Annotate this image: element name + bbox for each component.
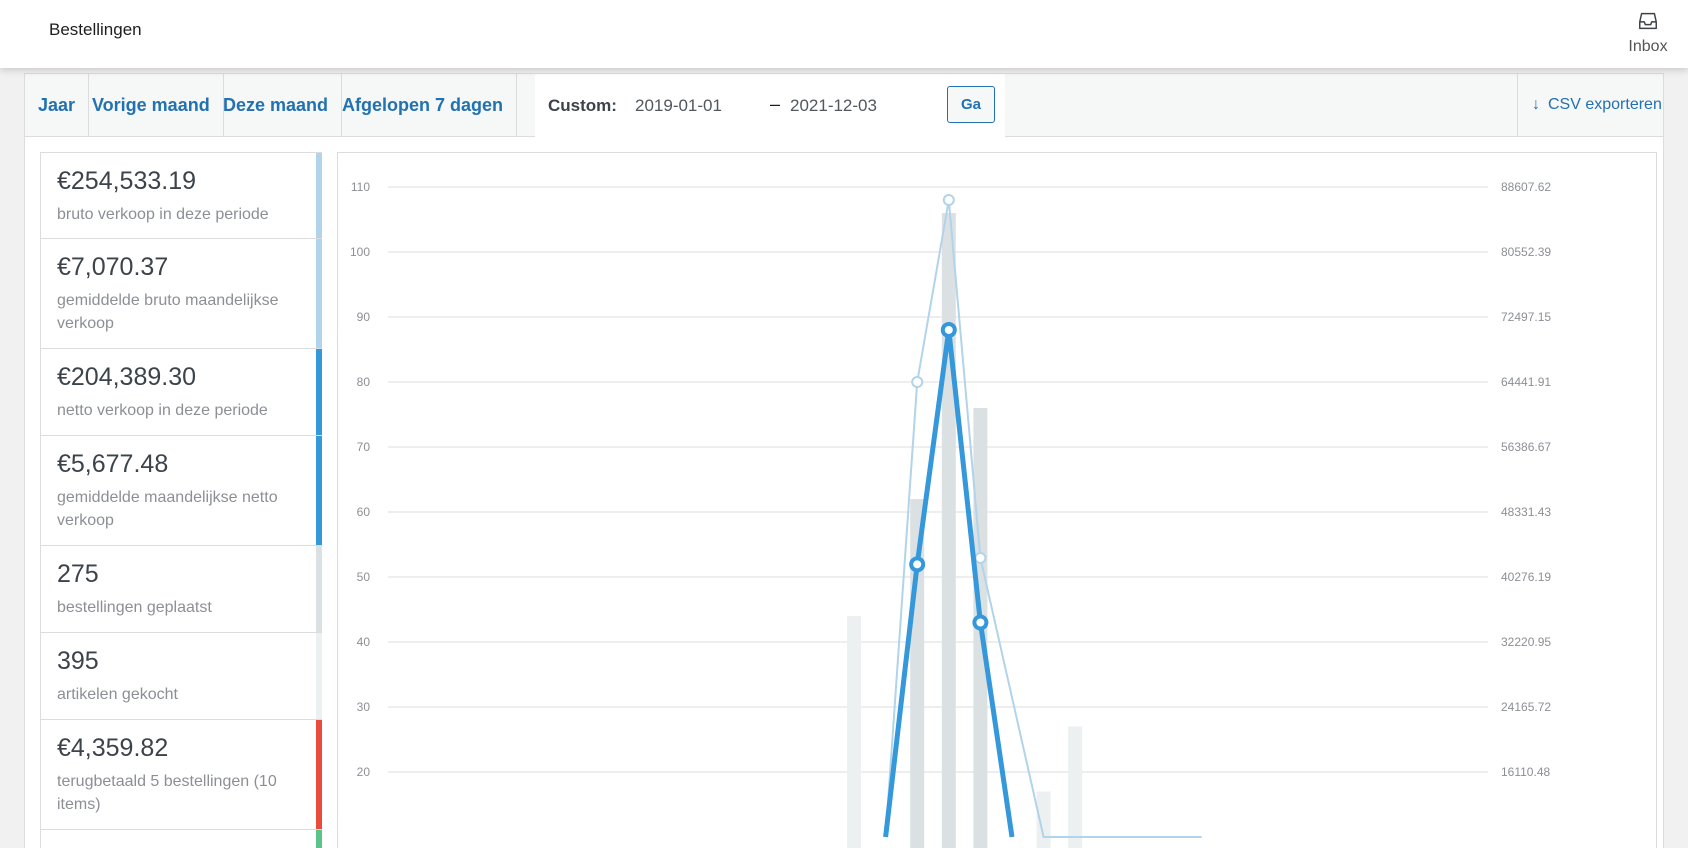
legend-gross-sales[interactable]: €254,533.19 bruto verkoop in deze period… [40,152,322,239]
inbox-button[interactable]: Inbox [1608,0,1688,68]
chart-legend: €254,533.19 bruto verkoop in deze period… [40,152,322,848]
legend-color-bar [316,720,322,829]
legend-color-bar [316,546,322,632]
y-tick-label-left: 50 [357,570,371,584]
inbox-label: Inbox [1628,38,1668,55]
y-tick-label-left: 20 [357,765,371,779]
y-tick-label-left: 100 [350,245,370,259]
y-tick-label-left: 90 [357,310,371,324]
orders-bar [1068,726,1083,848]
legend-avg-gross-sales[interactable]: €7,070.37 gemiddelde bruto maandelijkse … [40,239,322,349]
y-tick-label-left: 70 [357,440,371,454]
legend-value: 275 [57,560,99,588]
legend-label: netto verkoop in deze periode [57,402,268,419]
date-separator: – [770,94,781,114]
y-tick-label-left: 60 [357,505,371,519]
sales-chart-svg: 110 88607.62 100 80552.39 90 72497.15 80 64441.… [350,180,1551,848]
csv-export-label: CSV exporteren [1548,96,1662,113]
legend-value: €254,533.19 [57,167,197,195]
legend-value: €204,389.30 [57,363,197,391]
orders-bar [847,616,861,848]
y-tick-label-right: 48331.43 [1501,505,1551,519]
legend-label: gemiddelde maandelijkse netto verkoop [57,489,278,529]
tab-last-7-days[interactable]: Afgelopen 7 dagen [329,74,518,136]
y-tick-label-right: 88607.62 [1501,180,1551,194]
legend-label: bruto verkoop in deze periode [57,206,269,223]
gross-sales-point [942,194,955,207]
legend-color-bar [316,239,322,348]
y-tick-label-right: 64441.91 [1501,375,1551,389]
y-tick-label-left: 80 [357,375,371,389]
y-tick-label-left: 30 [357,700,371,714]
page-title: Bestellingen [49,20,142,39]
sales-chart: 110 88607.62 100 80552.39 90 72497.15 80 64441.… [337,152,1657,848]
y-tick-label-left: 40 [357,635,371,649]
inbox-icon [1639,12,1657,30]
net-sales-point [972,614,989,631]
legend-label: artikelen gekocht [57,686,178,703]
csv-export-link[interactable]: ↓ CSV exporteren [1517,74,1663,136]
y-tick-label-right: 80552.39 [1501,245,1551,259]
y-tick-label-left: 110 [351,180,370,194]
legend-refunded[interactable]: €4,359.82 terugbetaald 5 bestellingen (1… [40,720,322,830]
legend-value: €5,677.48 [57,450,169,478]
legend-value: €4,359.82 [57,734,169,762]
y-tick-label-right: 72497.15 [1501,310,1551,324]
legend-label: bestellingen geplaatst [57,599,212,616]
y-tick-label-right: 56386.67 [1501,440,1551,454]
orders-bar [941,213,956,848]
legend-label: gemiddelde bruto maandelijkse verkoop [57,292,279,332]
custom-range: Custom: 2019-01-01 – 2021-12-03 Ga [535,74,1005,138]
download-arrow-icon: ↓ [1532,96,1540,113]
y-tick-label-right: 40276.19 [1501,570,1551,584]
legend-items-purchased[interactable]: 395 artikelen gekocht [40,633,322,720]
legend-color-bar [316,153,322,238]
net-sales-point [909,556,926,573]
y-tick-label-right: 32220.95 [1501,635,1551,649]
legend-net-sales[interactable]: €204,389.30 netto verkoop in deze period… [40,349,322,436]
legend-avg-net-sales[interactable]: €5,677.48 gemiddelde maandelijkse netto … [40,436,322,546]
tab-last-month[interactable]: Vorige maand [79,74,224,136]
end-date-input[interactable]: 2021-12-03 [790,96,877,116]
custom-label: Custom: [548,96,617,115]
gross-sales-point [974,551,987,564]
legend-orders-placed[interactable]: 275 bestellingen geplaatst [40,546,322,633]
legend-color-bar [316,349,322,435]
go-button[interactable]: Ga [947,86,995,123]
start-date-input[interactable]: 2019-01-01 [635,96,722,116]
net-sales-point [940,321,957,338]
legend-value: €7,070.37 [57,253,169,281]
y-tick-label-right: 16110.48 [1501,765,1550,779]
date-range-bar: Jaar Vorige maand Deze maand Afgelopen 7… [24,73,1664,138]
legend-label: terugbetaald 5 bestellingen (10 items) [57,773,277,813]
y-tick-label-right: 24165.72 [1501,700,1551,714]
legend-next-item[interactable] [40,830,322,848]
legend-color-bar [316,830,322,848]
gross-sales-point [911,375,924,388]
legend-color-bar [316,436,322,545]
tab-this-month[interactable]: Deze maand [210,74,343,136]
top-bar: Bestellingen Inbox [0,0,1688,68]
gross-sales-line [884,199,1202,838]
legend-color-bar [316,633,322,719]
legend-value: 395 [57,647,99,675]
